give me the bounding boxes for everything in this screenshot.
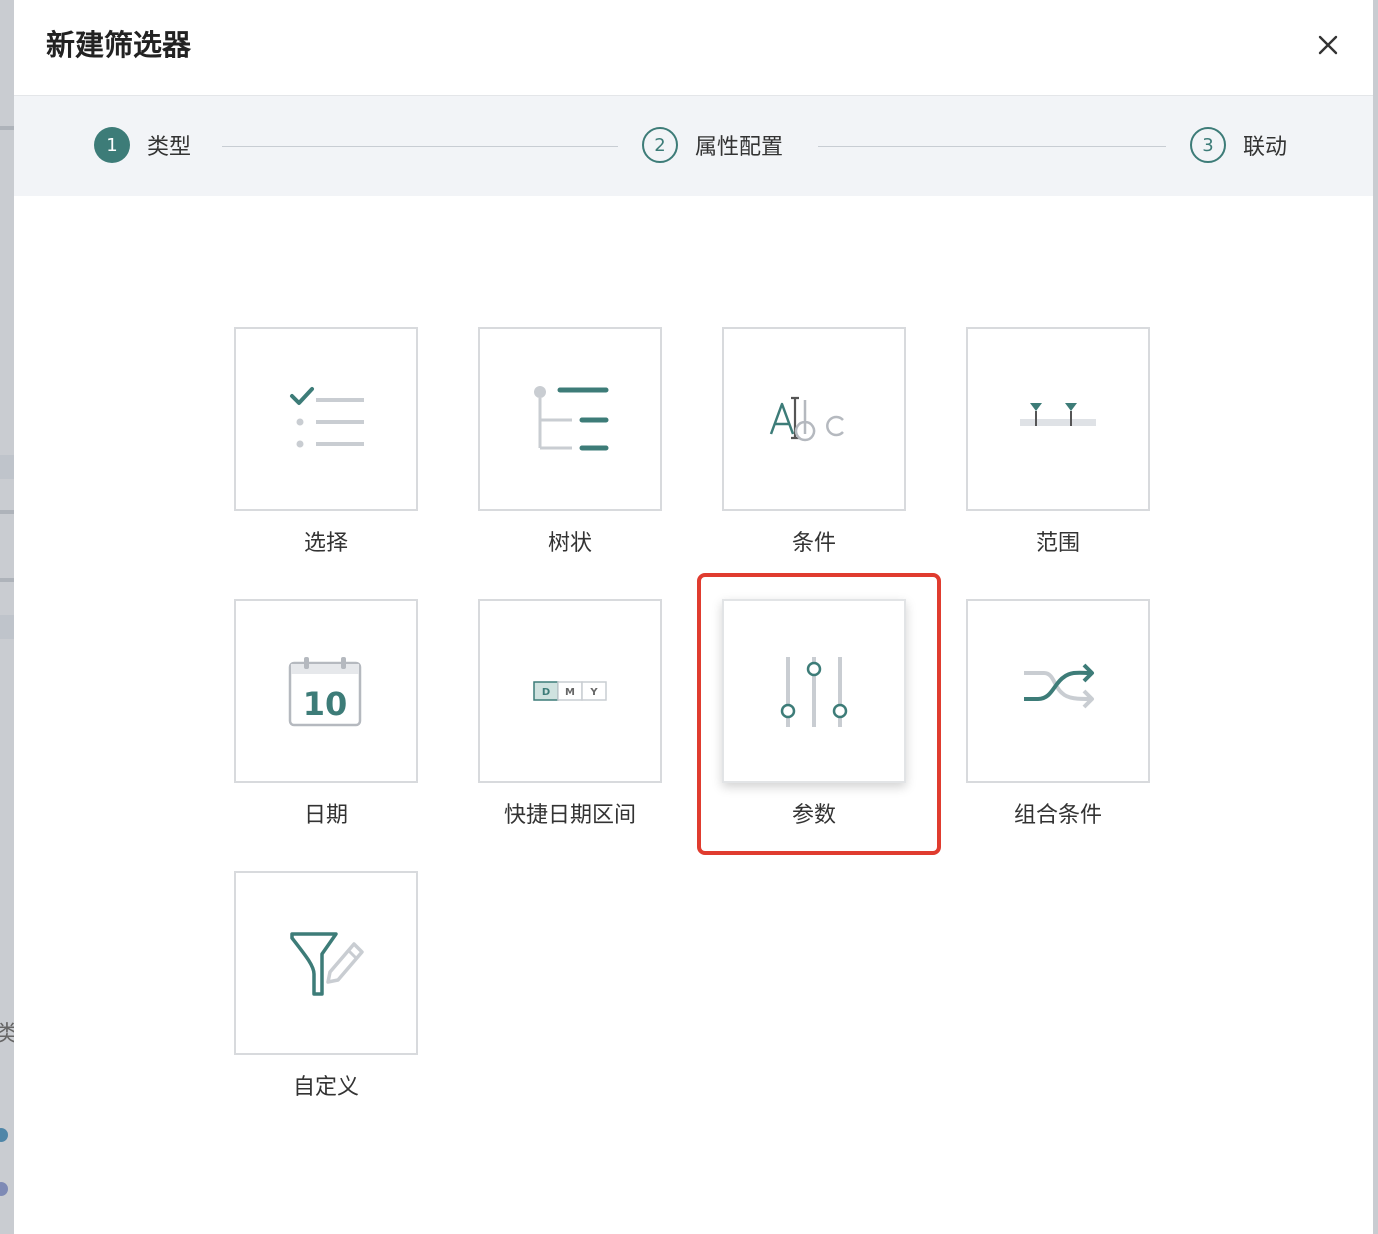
filter-type-tree[interactable]: 树状 — [448, 327, 692, 557]
filter-type-quick-date-range[interactable]: D M Y 快捷日期区间 — [448, 599, 692, 829]
tile-box: 10 — [234, 599, 418, 783]
tile-label: 自定义 — [292, 1075, 359, 1100]
filter-type-select[interactable]: 选择 — [204, 327, 448, 557]
new-filter-dialog: 新建筛选器 1 类型 2 属性配置 3 联动 选择 树状 条件 范围 10 日期… — [14, 0, 1373, 1234]
tile-box — [966, 327, 1150, 511]
filter-type-custom[interactable]: 自定义 — [204, 871, 448, 1101]
background-app-strip-right — [1373, 0, 1378, 1234]
tree-icon — [534, 386, 609, 451]
tile-label: 日期 — [303, 803, 348, 828]
tile-label: 参数 — [791, 803, 836, 828]
parameter-sliders-icon — [780, 657, 848, 727]
date-range-letter: D — [542, 687, 550, 698]
background-dot — [0, 1128, 8, 1142]
filter-type-parameter[interactable]: 参数 — [692, 599, 936, 829]
range-slider-icon — [1020, 403, 1096, 426]
tile-label: 条件 — [791, 531, 836, 556]
tile-box — [722, 327, 906, 511]
combine-arrows-icon — [1024, 663, 1094, 709]
background-app-strip: 类: — [0, 0, 25, 1234]
calendar-day-number: 10 — [303, 685, 348, 723]
checklist-icon — [290, 387, 364, 448]
date-range-letter: M — [565, 687, 575, 698]
custom-filter-icon — [290, 932, 364, 996]
text-condition-icon — [769, 396, 844, 442]
calendar-icon: 10 — [288, 657, 362, 727]
filter-type-condition[interactable]: 条件 — [692, 327, 936, 557]
date-range-icon: D M Y — [533, 681, 607, 701]
tile-box — [966, 599, 1150, 783]
tile-label: 组合条件 — [1013, 803, 1102, 828]
tile-box: D M Y — [478, 599, 662, 783]
filter-type-combined-condition[interactable]: 组合条件 — [936, 599, 1180, 829]
filter-type-range[interactable]: 范围 — [936, 327, 1180, 557]
tile-box — [234, 871, 418, 1055]
tile-box — [722, 599, 906, 783]
tile-box — [478, 327, 662, 511]
filter-type-date[interactable]: 10 日期 — [204, 599, 448, 829]
tile-label: 选择 — [303, 531, 348, 556]
date-range-letter: Y — [589, 687, 598, 698]
tile-label: 树状 — [547, 531, 592, 556]
tile-box — [234, 327, 418, 511]
background-dot — [0, 1182, 8, 1196]
tile-label: 快捷日期区间 — [503, 803, 636, 828]
filter-type-grid: 选择 树状 条件 范围 10 日期 D M Y 快捷日期区间 参数 组合条件 自… — [14, 0, 1373, 1234]
tile-label: 范围 — [1035, 531, 1080, 556]
